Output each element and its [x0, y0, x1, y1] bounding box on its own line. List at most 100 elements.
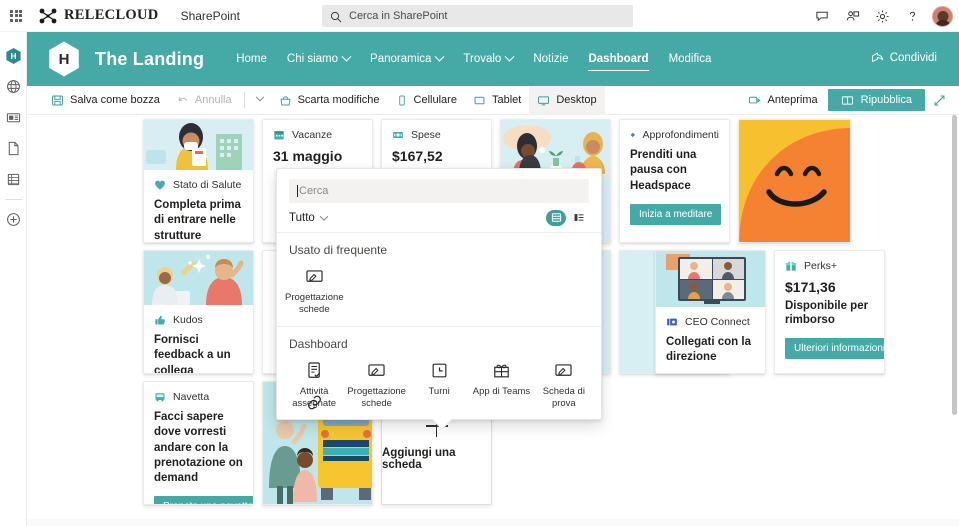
search-input[interactable]: Cerca in SharePoint [322, 5, 633, 27]
card-description: Facci sapere dove vorresti andare con la… [154, 411, 243, 485]
mobile-icon [398, 95, 405, 105]
nav-item-modifica[interactable]: Modifica [659, 49, 722, 69]
clock-icon [432, 363, 447, 378]
nav-label: Dashboard [588, 53, 649, 65]
command-bar: Salva come bozza Annulla Scarta modifich… [27, 85, 959, 115]
nav-item-chi-siamo[interactable]: Chi siamo [277, 49, 360, 69]
card-designer-icon [555, 364, 572, 376]
undo-button[interactable]: Annulla [168, 86, 240, 115]
flyout-filter-row: Tutto [277, 203, 601, 233]
nav-item-notizie[interactable]: Notizie [523, 49, 578, 69]
scrollbar-thumb[interactable] [952, 115, 957, 415]
horizontal-scrollbar[interactable] [27, 519, 959, 526]
sidebar-item-site-home[interactable]: H [0, 40, 27, 71]
tablet-view-button[interactable]: Tablet [465, 86, 529, 115]
avatar[interactable] [932, 5, 953, 27]
chat-icon[interactable] [808, 2, 836, 30]
undo-label: Annulla [194, 94, 232, 106]
card-badge-label: Navetta [173, 391, 210, 403]
chevron-down-icon [434, 51, 445, 62]
preview-button[interactable]: Anteprima [740, 86, 825, 115]
diamond-icon [630, 132, 635, 138]
link-icon [307, 395, 321, 410]
discard-changes-button[interactable]: Scarta modifiche [271, 86, 388, 115]
flyout-section-title-dashboard: Dashboard [289, 336, 348, 351]
card-action-button[interactable]: Prenota una navetta [154, 496, 253, 504]
search-icon [330, 10, 342, 23]
create-icon[interactable] [0, 204, 27, 235]
share-label: Condividi [889, 51, 937, 64]
card-ceo-connect[interactable]: CEO Connect Collegati con la direzione [655, 250, 766, 374]
nav-item-trovalo[interactable]: Trovalo [453, 49, 523, 69]
undo-icon [178, 96, 187, 101]
flyout-item-label: Progettazione schede [285, 292, 344, 315]
card-badge-label: Spese [411, 129, 441, 141]
page-icon[interactable] [0, 133, 27, 164]
suite-actions [808, 0, 953, 32]
list-view-icon[interactable] [569, 210, 589, 226]
card-headspace[interactable]: Approfondimenti Prenditi una pausa con H… [619, 119, 730, 243]
nav-item-panoramica[interactable]: Panoramica [360, 49, 453, 69]
card-header: Perks+ [785, 260, 874, 272]
mobile-view-button[interactable]: Cellulare [388, 86, 465, 115]
card-body: Approfondimenti Prenditi una pausa con H… [620, 120, 729, 235]
card-image [739, 120, 850, 242]
card-badge-label: Stato di Salute [173, 179, 242, 191]
save-draft-label: Salva come bozza [70, 94, 160, 106]
card-value: $171,36 [785, 279, 836, 295]
card-action-button[interactable]: Ulteriori informazioni [785, 338, 884, 360]
share-button[interactable]: Condividi [871, 51, 937, 64]
flyout-section-title-frequent: Usato di frequente [289, 243, 388, 257]
globe-icon[interactable] [0, 71, 27, 102]
card-perks[interactable]: Perks+ $171,36 Disponibile per rimborso … [774, 250, 885, 374]
meet-icon[interactable] [838, 2, 866, 30]
filter-label: Tutto [289, 211, 315, 224]
command-divider [243, 92, 245, 108]
grid-view-icon[interactable] [546, 209, 566, 226]
money-icon [393, 132, 403, 138]
nav-label: Notizie [533, 53, 569, 65]
suite-app-name[interactable]: SharePoint [181, 9, 240, 23]
card-kudos[interactable]: Kudos Fornisci feedback a un collega [143, 250, 254, 374]
filter-dropdown[interactable]: Tutto [289, 211, 329, 224]
chevron-down-icon [504, 51, 515, 62]
brand-logo[interactable]: RELECLOUD [38, 7, 159, 25]
nav-item-home[interactable]: Home [226, 49, 277, 69]
news-icon[interactable] [0, 102, 27, 133]
suite-bar: RELECLOUD SharePoint Cerca in SharePoint [0, 0, 959, 32]
desktop-view-button[interactable]: Desktop [529, 85, 605, 115]
expand-icon[interactable] [927, 88, 951, 112]
card-health[interactable]: Stato di Salute Completa prima di entrar… [143, 119, 254, 243]
more-commands-button[interactable] [249, 86, 271, 115]
gear-icon[interactable] [868, 2, 896, 30]
list-icon[interactable] [0, 164, 27, 195]
card-action-button[interactable]: Inizia a meditare [630, 203, 722, 225]
bus-icon [155, 393, 165, 402]
svg-text:H: H [10, 52, 16, 61]
vertical-scrollbar[interactable] [952, 115, 958, 526]
card-header: CEO Connect [666, 316, 755, 328]
card-value: 31 maggio [273, 148, 343, 164]
card-smiley-image[interactable] [738, 119, 851, 243]
gift-icon [785, 261, 797, 271]
flyout-item-link[interactable] [283, 387, 345, 419]
republish-button[interactable]: Ripubblica [827, 89, 925, 111]
flyout-item-card-designer[interactable]: Progettazione schede [283, 261, 346, 324]
card-header: Spese [392, 129, 481, 141]
app-launcher-icon[interactable] [0, 0, 32, 32]
tablet-label: Tablet [491, 94, 522, 106]
save-draft-button[interactable]: Salva come bozza [43, 86, 168, 115]
card-picker-flyout: Cerca Tutto Usato di frequente Progettaz… [276, 168, 602, 420]
thumbsup-icon [155, 315, 165, 325]
help-icon[interactable] [898, 2, 926, 30]
nav-item-dashboard[interactable]: Dashboard [578, 49, 658, 71]
flyout-search-input[interactable]: Cerca [289, 179, 589, 203]
site-header: H The Landing Home Chi siamo Panoramica … [27, 32, 959, 86]
card-body: Kudos Fornisci feedback a un collega [144, 305, 253, 373]
card-description: Prenditi una pausa con Headspace [630, 149, 697, 192]
card-badge-label: Vacanze [292, 129, 333, 141]
card-badge-label: CEO Connect [685, 316, 750, 328]
relecloud-mark-icon [38, 7, 58, 25]
site-logo[interactable]: H [47, 40, 81, 78]
card-navetta[interactable]: Navetta Facci sapere dove vorresti andar… [143, 381, 254, 505]
